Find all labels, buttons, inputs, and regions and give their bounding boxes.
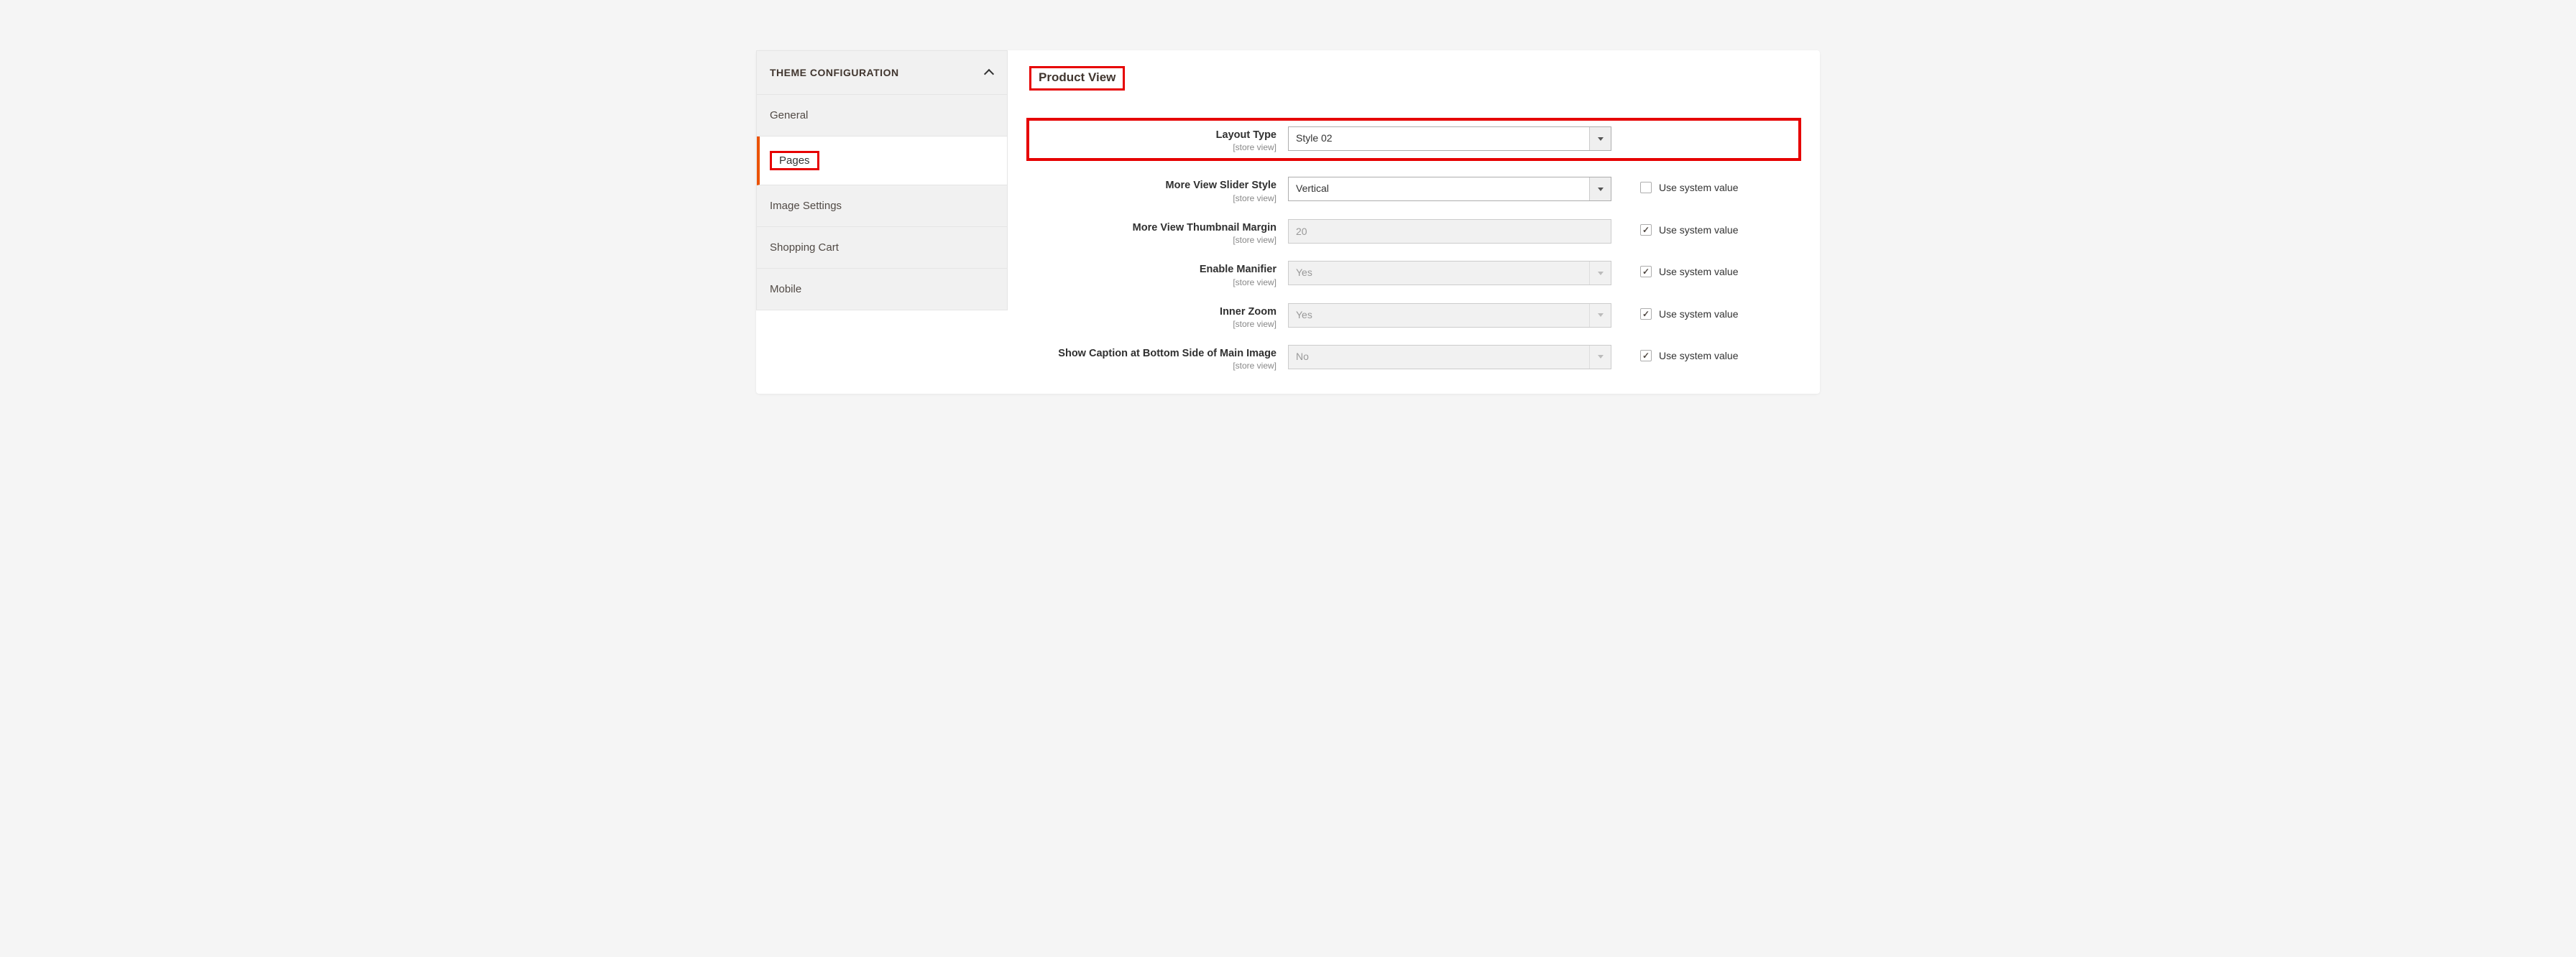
use-system-checkbox[interactable] <box>1640 182 1652 193</box>
sidebar-header[interactable]: THEME CONFIGURATION <box>757 51 1007 95</box>
sidebar-item-label: Pages <box>770 151 819 170</box>
sidebar-item-image-settings[interactable]: Image Settings <box>757 185 1007 227</box>
chevron-up-icon <box>984 68 994 78</box>
field-row-layout-type: Layout Type [store view] Style 02 <box>1026 118 1801 161</box>
field-row-enable-magnifier: Enable Manifier [store view] Yes Use sys… <box>1029 261 1798 287</box>
chevron-down-icon <box>1589 262 1611 285</box>
select-value: Style 02 <box>1289 127 1589 150</box>
use-system-label: Use system value <box>1659 266 1738 277</box>
use-system-checkbox[interactable] <box>1640 308 1652 320</box>
select-value: Yes <box>1289 262 1589 285</box>
sidebar-item-pages[interactable]: Pages <box>757 137 1007 185</box>
chevron-down-icon <box>1589 127 1611 150</box>
use-system-col: Use system value <box>1611 345 1738 361</box>
field-label: Show Caption at Bottom Side of Main Imag… <box>1029 348 1276 360</box>
layout-type-select[interactable]: Style 02 <box>1288 126 1611 151</box>
show-caption-select: No <box>1288 345 1611 369</box>
use-system-checkbox[interactable] <box>1640 224 1652 236</box>
main-content: Product View Layout Type [store view] St… <box>1008 50 1820 387</box>
chevron-down-icon <box>1589 346 1611 369</box>
field-label-col: Layout Type [store view] <box>1029 126 1288 152</box>
inner-zoom-select: Yes <box>1288 303 1611 328</box>
field-input-col: No <box>1288 345 1611 369</box>
thumb-margin-input <box>1288 219 1611 244</box>
select-value: Yes <box>1289 304 1589 327</box>
field-scope: [store view] <box>1029 193 1276 203</box>
field-label-col: More View Thumbnail Margin [store view] <box>1029 219 1288 245</box>
sidebar-item-shopping-cart[interactable]: Shopping Cart <box>757 227 1007 269</box>
field-row-slider-style: More View Slider Style [store view] Vert… <box>1029 177 1798 203</box>
use-system-col: Use system value <box>1611 261 1738 277</box>
chevron-down-icon <box>1589 304 1611 327</box>
enable-magnifier-select: Yes <box>1288 261 1611 285</box>
sidebar-item-mobile[interactable]: Mobile <box>757 269 1007 310</box>
use-system-label: Use system value <box>1659 350 1738 361</box>
select-value: Vertical <box>1289 177 1589 200</box>
field-input-col: Style 02 <box>1288 126 1611 151</box>
use-system-label: Use system value <box>1659 182 1738 193</box>
field-scope: [store view] <box>1029 277 1276 287</box>
sidebar-item-label: General <box>770 109 808 121</box>
field-label-col: Show Caption at Bottom Side of Main Imag… <box>1029 345 1288 371</box>
sidebar-item-label: Image Settings <box>770 200 842 212</box>
field-row-thumb-margin: More View Thumbnail Margin [store view] … <box>1029 219 1798 245</box>
field-label: Enable Manifier <box>1029 264 1276 276</box>
field-label-col: More View Slider Style [store view] <box>1029 177 1288 203</box>
field-input-col: Vertical <box>1288 177 1611 201</box>
field-scope: [store view] <box>1029 361 1276 371</box>
use-system-col: Use system value <box>1611 219 1738 236</box>
field-input-col <box>1288 219 1611 244</box>
field-input-col: Yes <box>1288 303 1611 328</box>
field-label: Inner Zoom <box>1029 306 1276 318</box>
sidebar-item-label: Shopping Cart <box>770 241 839 254</box>
use-system-col: Use system value <box>1611 303 1738 320</box>
slider-style-select[interactable]: Vertical <box>1288 177 1611 201</box>
sidebar-section: THEME CONFIGURATION General Pages Image … <box>756 50 1008 310</box>
field-scope: [store view] <box>1029 319 1276 329</box>
sidebar: THEME CONFIGURATION General Pages Image … <box>756 50 1008 387</box>
field-label-col: Enable Manifier [store view] <box>1029 261 1288 287</box>
use-system-label: Use system value <box>1659 224 1738 236</box>
config-panel: THEME CONFIGURATION General Pages Image … <box>756 50 1820 394</box>
field-scope: [store view] <box>1029 142 1276 152</box>
select-value: No <box>1289 346 1589 369</box>
field-label-col: Inner Zoom [store view] <box>1029 303 1288 329</box>
field-label: More View Slider Style <box>1029 180 1276 192</box>
field-label: Layout Type <box>1029 129 1276 142</box>
use-system-label: Use system value <box>1659 308 1738 320</box>
use-system-col: Use system value <box>1611 177 1738 193</box>
field-label: More View Thumbnail Margin <box>1029 222 1276 234</box>
field-row-inner-zoom: Inner Zoom [store view] Yes Use system v… <box>1029 303 1798 329</box>
use-system-checkbox[interactable] <box>1640 266 1652 277</box>
field-input-col: Yes <box>1288 261 1611 285</box>
use-system-checkbox[interactable] <box>1640 350 1652 361</box>
field-scope: [store view] <box>1029 235 1276 245</box>
sidebar-title: THEME CONFIGURATION <box>770 67 899 78</box>
chevron-down-icon <box>1589 177 1611 200</box>
section-title: Product View <box>1029 66 1125 91</box>
field-row-show-caption: Show Caption at Bottom Side of Main Imag… <box>1029 345 1798 371</box>
sidebar-item-label: Mobile <box>770 283 801 295</box>
sidebar-item-general[interactable]: General <box>757 95 1007 137</box>
